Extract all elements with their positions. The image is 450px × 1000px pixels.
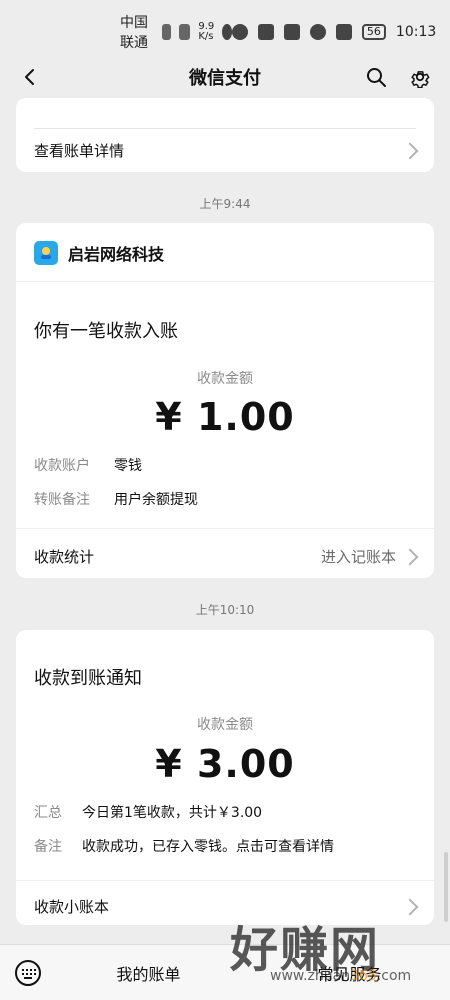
detail-value: 零钱 — [114, 458, 142, 474]
gear-icon — [411, 71, 430, 88]
search-icon — [367, 68, 386, 87]
battery-indicator: 56 — [361, 24, 386, 40]
detail-row: 备注 收款成功，已存入零钱。点击可查看详情 — [34, 836, 416, 856]
message-headline: 收款到账通知 — [34, 668, 142, 689]
open-ledger-label: 进入记账本 — [320, 548, 396, 566]
settings-button[interactable] — [406, 63, 434, 91]
detail-key: 收款账户 — [34, 458, 90, 474]
merchant-header: 启岩网络科技 — [34, 241, 164, 265]
divider — [34, 128, 416, 129]
payment-stats-label: 收款统计 — [34, 548, 95, 566]
divider — [16, 281, 434, 282]
wechat-icon — [222, 24, 232, 40]
signal-icon — [179, 24, 191, 40]
vibrate-icon — [283, 24, 300, 40]
detail-key: 转账备注 — [34, 492, 90, 508]
amount-label: 收款金额 — [197, 371, 253, 387]
amount-value: ¥ 1.00 — [155, 395, 295, 439]
detail-key: 汇总 — [34, 805, 62, 821]
message-time: 上午10:10 — [195, 603, 255, 617]
divider — [16, 528, 434, 529]
amount-value: ¥ 3.00 — [155, 742, 295, 786]
search-button[interactable] — [362, 63, 390, 91]
keyboard-icon — [15, 959, 41, 986]
open-ledger-link[interactable]: 进入记账本 — [320, 546, 419, 567]
my-bills-tab[interactable]: 我的账单 — [48, 961, 249, 985]
nav-bar: 微信支付 — [0, 55, 450, 99]
chevron-right-icon — [401, 142, 419, 159]
merchant-name: 启岩网络科技 — [68, 245, 165, 264]
payment-received-card[interactable]: 启岩网络科技 你有一笔收款入账 收款金额 ¥ 1.00 收款账户 零钱 转账备注… — [16, 223, 434, 578]
detail-key: 备注 — [34, 839, 62, 855]
detail-value: 收款成功，已存入零钱。点击可查看详情 — [82, 839, 334, 855]
previous-message-card: 查看账单详情 — [16, 98, 434, 172]
payment-mini-ledger-label: 收款小账本 — [34, 898, 110, 916]
keyboard-toggle[interactable] — [8, 953, 48, 993]
bluetooth-icon — [257, 24, 274, 40]
detail-row: 转账备注 用户余额提现 — [34, 489, 416, 509]
speed-text: 9.9 K/s — [198, 21, 215, 42]
eye-icon — [231, 24, 248, 40]
detail-value: 今日第1笔收款，共计￥3.00 — [82, 805, 263, 821]
common-services-tab[interactable]: 常见服务 — [249, 961, 450, 985]
merchant-logo-icon — [34, 241, 58, 265]
scrollbar-thumb[interactable] — [444, 852, 448, 922]
hd-icon — [161, 24, 172, 40]
amount-label: 收款金额 — [197, 717, 253, 733]
moon-icon — [309, 24, 326, 40]
detail-value: 用户余额提现 — [114, 492, 198, 508]
message-headline: 你有一笔收款入账 — [34, 321, 178, 342]
divider — [16, 880, 434, 881]
payment-arrival-card[interactable]: 收款到账通知 收款金额 ¥ 3.00 汇总 今日第1笔收款，共计￥3.00 备注… — [16, 630, 434, 925]
chevron-right-icon — [401, 548, 419, 565]
payment-mini-ledger-row[interactable]: 收款小账本 — [34, 896, 419, 917]
view-bill-details-link[interactable]: 查看账单详情 — [34, 140, 419, 161]
carrier-name: 中国联通 — [120, 15, 148, 51]
detail-row: 收款账户 零钱 — [34, 455, 416, 475]
mute-icon — [335, 24, 352, 40]
view-bill-details-label: 查看账单详情 — [34, 142, 125, 160]
bottom-nav: 我的账单 常见服务 — [0, 944, 450, 1000]
status-time: 10:13 — [395, 24, 437, 40]
payment-stats-row[interactable]: 收款统计 进入记账本 — [34, 546, 419, 567]
message-time: 上午9:44 — [199, 197, 251, 211]
chevron-right-icon — [401, 898, 419, 915]
detail-row: 汇总 今日第1笔收款，共计￥3.00 — [34, 802, 416, 822]
